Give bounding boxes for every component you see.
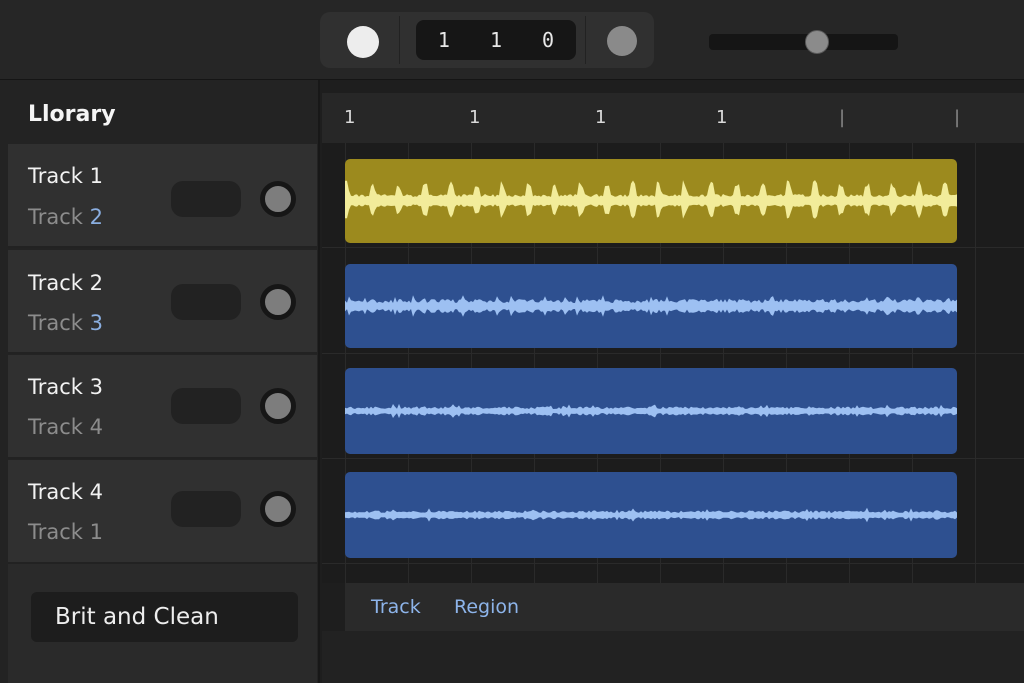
track-subtitle: Track 3 <box>28 311 104 335</box>
divider <box>399 16 400 64</box>
track-row[interactable]: Track 1 Track 2 <box>8 144 317 248</box>
record-button[interactable] <box>347 26 379 58</box>
ruler-mark: | <box>839 107 846 128</box>
track-name: Track 1 <box>28 164 103 188</box>
track-volume-knob[interactable] <box>260 491 296 527</box>
track-row[interactable]: Track 2 Track 3 <box>8 250 317 354</box>
waveform <box>345 295 957 317</box>
transport-bar: 1 1 0 <box>0 0 1024 80</box>
ruler-mark: 1 <box>344 107 356 128</box>
track-subtitle: Track 4 <box>28 415 104 439</box>
track-toggle-button[interactable] <box>171 388 241 424</box>
waveform <box>345 403 957 419</box>
track-name: Track 3 <box>28 375 103 399</box>
waveform-path <box>345 180 957 219</box>
tab-track[interactable]: Track <box>371 596 421 618</box>
track-volume-knob[interactable] <box>260 388 296 424</box>
audio-region[interactable] <box>345 472 957 558</box>
track-row[interactable]: Track 3 Track 4 <box>8 355 317 459</box>
arrange-area <box>322 143 1024 583</box>
library-title: Llorary <box>28 102 116 127</box>
track-toggle-button[interactable] <box>171 181 241 217</box>
track-row[interactable]: Track 4 Track 1 <box>8 460 317 564</box>
audio-region[interactable] <box>345 264 957 348</box>
ruler-mark: | <box>954 107 961 128</box>
track-name: Track 4 <box>28 480 103 504</box>
track-toggle-button[interactable] <box>171 284 241 320</box>
track-volume-knob[interactable] <box>260 181 296 217</box>
track-subtitle: Track 2 <box>28 205 104 229</box>
tab-region[interactable]: Region <box>454 596 519 618</box>
editor-panel <box>322 631 1024 683</box>
ruler-mark: 1 <box>469 107 481 128</box>
divider <box>585 16 586 64</box>
slider-thumb[interactable] <box>804 30 829 54</box>
timeline-ruler[interactable]: 1 1 1 1 | | <box>322 93 1024 143</box>
track-volume-knob[interactable] <box>260 284 296 320</box>
editor-tabs: Track Region <box>345 583 1024 631</box>
waveform <box>345 507 957 523</box>
ruler-mark: 1 <box>716 107 728 128</box>
metronome-button[interactable] <box>607 26 637 56</box>
track-name: Track 2 <box>28 271 103 295</box>
track-toggle-button[interactable] <box>171 491 241 527</box>
library-panel: Llorary Track 1 Track 2 Track 2 Track 3 … <box>0 80 320 683</box>
tempo-slider[interactable] <box>709 30 898 54</box>
audio-region[interactable] <box>345 368 957 454</box>
position-counter: 1 1 0 <box>416 20 576 60</box>
waveform <box>345 180 957 219</box>
track-subtitle: Track 1 <box>28 520 104 544</box>
ruler-mark: 1 <box>595 107 607 128</box>
library-footer: Brit and Clean <box>8 564 317 683</box>
preset-selector[interactable]: Brit and Clean <box>31 592 298 642</box>
audio-region[interactable] <box>345 159 957 243</box>
